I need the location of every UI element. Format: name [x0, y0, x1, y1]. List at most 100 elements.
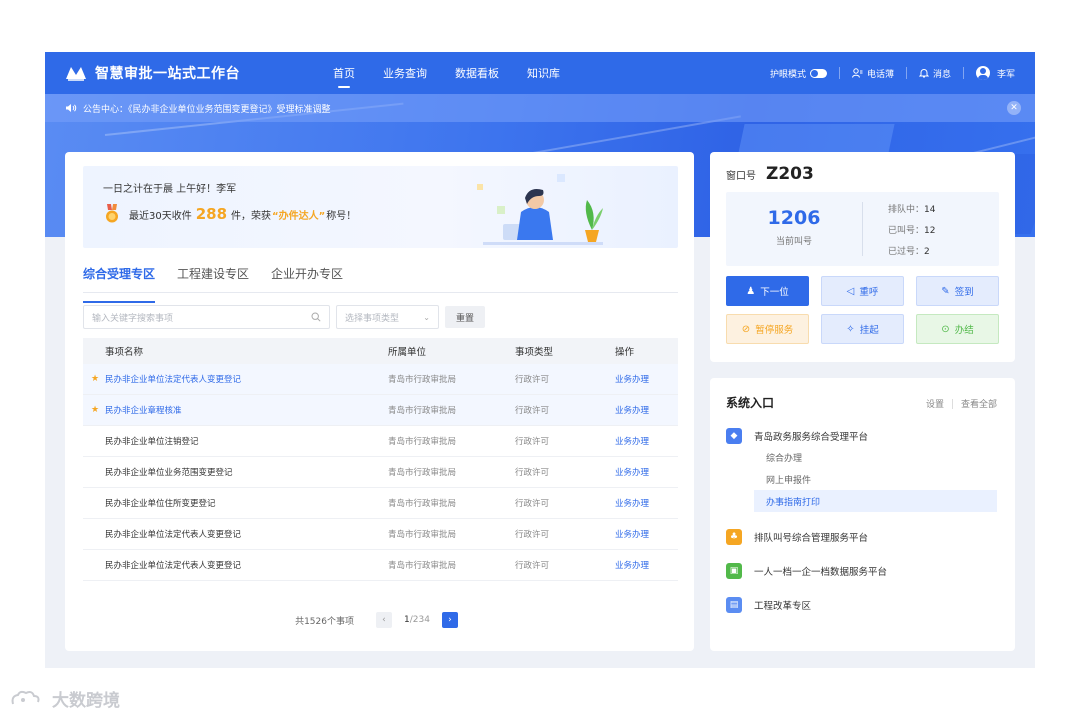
pause-service-button[interactable]: ⊘ 暂停服务 [726, 314, 809, 344]
top-navbar: 智慧审批一站式工作台 首页 业务查询 数据看板 知识库 护眼模式 电话薄 消息 … [45, 52, 1035, 94]
settings-link[interactable]: 设置 [926, 397, 944, 410]
messages-button[interactable]: 消息 [918, 67, 951, 80]
platform-item[interactable]: ▤ 工程改革专区 [726, 597, 811, 613]
watermark-text: 大数跨境 [52, 691, 120, 711]
pagination: 共1526个事项 ‹ 1/234 › [65, 612, 694, 628]
tab-engineering[interactable]: 工程建设专区 [177, 265, 249, 292]
window-label: 窗口号 [726, 171, 756, 182]
cell-name: 民办非企业单位法定代表人变更登记 [83, 559, 388, 571]
platform-item[interactable]: ♣ 排队叫号综合管理服务平台 [726, 529, 868, 545]
nav-dashboard[interactable]: 数据看板 [455, 65, 499, 81]
table-header: 事项名称 所属单位 事项类型 操作 [83, 338, 678, 364]
zone-tabs: 综合受理专区 工程建设专区 企业开办专区 [83, 265, 678, 303]
suspend-button[interactable]: ✧ 挂起 [821, 314, 904, 344]
user-name: 李军 [996, 69, 1015, 80]
logo[interactable]: 智慧审批一站式工作台 [65, 63, 325, 83]
handle-link[interactable]: 业务办理 [615, 404, 678, 416]
item-name: 民办非企业单位法定代表人变更登记 [105, 375, 242, 385]
cell-unit: 青岛市行政审批局 [388, 561, 457, 571]
total-pages: /234 [409, 615, 430, 625]
logo-icon [66, 67, 86, 81]
handle-link[interactable]: 业务办理 [615, 373, 678, 385]
building-icon: ▤ [726, 597, 742, 613]
nav-home[interactable]: 首页 [333, 65, 355, 88]
pause-service-label: 暂停服务 [755, 325, 794, 336]
type-select[interactable]: 选择事项类型 ⌄ [336, 305, 439, 329]
avatar [975, 66, 990, 80]
cell-name: 民办非企业单位住所变更登记 [83, 497, 388, 509]
chevron-down-icon: ⌄ [423, 312, 430, 322]
achievement-title: “办件达人” [272, 210, 326, 222]
edit-icon: ✎ [941, 285, 950, 297]
handle-link[interactable]: 业务办理 [615, 466, 678, 478]
col-type: 事项类型 [515, 347, 554, 358]
view-all-link[interactable]: 查看全部 [961, 397, 997, 410]
close-icon[interactable]: ✕ [1007, 101, 1021, 115]
items-table: 事项名称 所属单位 事项类型 操作 ★ 民办非企业单位法定代表人变更登记 青岛市行政… [83, 338, 678, 581]
prev-page-button[interactable]: ‹ [375, 612, 392, 628]
handle-link[interactable]: 业务办理 [615, 435, 678, 447]
pin-icon: ✧ [846, 323, 855, 335]
current-call-number: 1206 [767, 207, 821, 229]
app-window: 智慧审批一站式工作台 首页 业务查询 数据看板 知识库 护眼模式 电话薄 消息 … [45, 52, 1035, 668]
cell-type: 行政许可 [515, 375, 550, 385]
sign-in-button[interactable]: ✎ 签到 [916, 276, 999, 306]
header-actions: 护眼模式 电话薄 消息 李军 [770, 66, 1015, 80]
recall-label: 重呼 [859, 287, 879, 298]
window-actions: ♟ 下一位 ◁ 重呼 ✎ 签到 ⊘ 暂停服务 ✧ 挂起 ⊙ 办结 [726, 276, 999, 344]
reset-button[interactable]: 重置 [445, 306, 485, 328]
platform-name: 工程改革专区 [754, 601, 812, 612]
table-row: 民办非企业单位业务范围变更登记 青岛市行政审批局 行政许可 业务办理 [83, 457, 678, 488]
recall-button[interactable]: ◁ 重呼 [821, 276, 904, 306]
cell-type: 行政许可 [515, 406, 550, 416]
queue-count: 14 [924, 205, 936, 215]
pause-icon: ⊘ [741, 323, 751, 335]
toggle-switch[interactable] [809, 68, 827, 78]
platform-item[interactable]: ◆ 青岛政务服务综合受理平台 [726, 428, 868, 444]
platform-name: 一人一档一企一档数据服务平台 [754, 567, 888, 578]
search-input[interactable]: 输入关键字搜索事项 [83, 305, 330, 329]
achievement-count: 288 [195, 205, 228, 223]
table-row: 民办非企业单位法定代表人变更登记 青岛市行政审批局 行政许可 业务办理 [83, 550, 678, 581]
item-name: 民办非企业单位住所变更登记 [105, 499, 216, 509]
star-icon[interactable]: ★ [91, 374, 105, 384]
platform-name: 青岛政务服务综合受理平台 [754, 432, 869, 443]
notice-text[interactable]: 公告中心：《民办非企业单位业务范围变更登记》受理标准调整 [83, 102, 331, 115]
next-page-button[interactable]: › [441, 612, 458, 628]
sub-item-online-applications[interactable]: 网上申报件 [754, 468, 997, 490]
col-unit: 所属单位 [388, 347, 427, 358]
complete-button[interactable]: ⊙ 办结 [916, 314, 999, 344]
medal-icon [106, 204, 118, 223]
search-icon[interactable] [311, 312, 321, 322]
cell-name: 民办非企业单位法定代表人变更登记 [83, 528, 388, 540]
cell-unit: 青岛市行政审批局 [388, 406, 457, 416]
handle-link[interactable]: 业务办理 [615, 528, 678, 540]
tab-business-startup[interactable]: 企业开办专区 [271, 265, 343, 292]
sub-item-guide-print[interactable]: 办事指南打印 [754, 490, 997, 512]
next-person-button[interactable]: ♟ 下一位 [726, 276, 809, 306]
star-icon[interactable]: ★ [91, 405, 105, 415]
megaphone-icon: ◁ [846, 285, 855, 297]
current-call-label: 当前叫号 [775, 237, 812, 247]
user-menu[interactable]: 李军 [975, 66, 1015, 80]
tab-comprehensive[interactable]: 综合受理专区 [83, 265, 156, 303]
greeting-card: 一日之计在于晨 上午好！李军 最近30天收件 288 件，荣获 “办件达人” 称… [83, 166, 678, 248]
handle-link[interactable]: 业务办理 [615, 497, 678, 509]
handle-link[interactable]: 业务办理 [615, 559, 678, 571]
platform-item[interactable]: ▣ 一人一档一企一档数据服务平台 [726, 563, 887, 579]
main-nav: 首页 业务查询 数据看板 知识库 [333, 65, 588, 88]
achievement-mid: 件，荣获 [231, 210, 272, 222]
table-row: 民办非企业单位住所变更登记 青岛市行政审批局 行政许可 业务办理 [83, 488, 678, 519]
eye-mode-toggle[interactable]: 护眼模式 [770, 67, 827, 80]
nav-business-query[interactable]: 业务查询 [383, 65, 427, 81]
nav-knowledge-base[interactable]: 知识库 [527, 65, 560, 81]
speaker-icon [66, 104, 77, 112]
archive-icon: ▣ [726, 563, 742, 579]
ticket-icon: ◆ [726, 428, 742, 444]
platform-name: 排队叫号综合管理服务平台 [754, 533, 869, 544]
cell-name: ★ 民办非企业章程核准 [83, 404, 388, 416]
greeting-text: 一日之计在于晨 上午好！李军 [103, 184, 237, 195]
achievement-suffix: 称号！ [326, 210, 357, 222]
sub-item-comprehensive[interactable]: 综合办理 [754, 446, 997, 468]
phonebook-button[interactable]: 电话薄 [851, 67, 894, 80]
